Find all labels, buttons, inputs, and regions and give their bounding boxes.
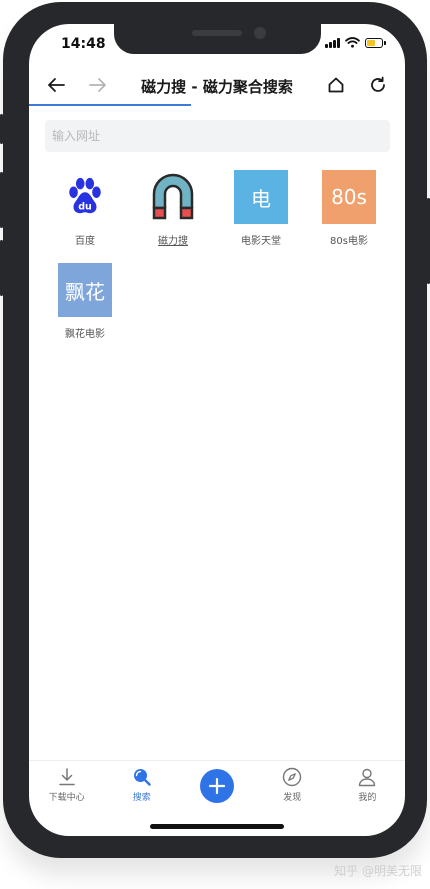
tab-download-center[interactable]: 下载中心 (29, 761, 104, 811)
refresh-icon (371, 76, 385, 92)
search-icon (133, 769, 151, 786)
site-label: 磁力搜 (158, 236, 188, 247)
site-baidu[interactable]: du 百度 (41, 170, 129, 247)
site-letter-icon: 飘花 (58, 263, 112, 317)
svg-text:du: du (78, 201, 92, 212)
forward-button[interactable] (85, 72, 111, 98)
tab-mine[interactable]: 我的 (330, 761, 405, 811)
camera (254, 27, 266, 39)
site-dianyingtiantang[interactable]: 电 电影天堂 (217, 170, 305, 247)
site-label: 飘花电影 (65, 329, 105, 340)
add-icon (209, 778, 225, 794)
phone-frame: 14:48 磁力搜 - 磁力聚合搜索 输入网址 du 百度 磁力搜 电 电影天堂… (0, 2, 430, 858)
site-80s[interactable]: 80s 80s电影 (305, 170, 393, 247)
tab-discover[interactable]: 发现 (255, 761, 330, 811)
url-input[interactable] (45, 120, 390, 152)
wifi-icon (345, 37, 360, 48)
page-title: 磁力搜 - 磁力聚合搜索 (141, 78, 293, 96)
site-label: 电影天堂 (241, 236, 281, 247)
compass-icon (283, 767, 302, 787)
mute-switch (0, 114, 3, 144)
home-icon (328, 77, 344, 93)
download-icon (58, 768, 75, 786)
baidu-paw-icon: du (58, 170, 112, 224)
site-piaohua[interactable]: 飘花 飘花电影 (41, 263, 129, 340)
tab-label: 下载中心 (48, 793, 85, 803)
speaker (192, 30, 242, 36)
watermark: 知乎 @明美无限 (334, 864, 422, 878)
add-button[interactable] (200, 769, 234, 803)
home-button[interactable] (323, 72, 349, 98)
battery-icon (365, 37, 386, 48)
status-time: 14:48 (61, 36, 106, 52)
arrow-left-icon (48, 78, 65, 92)
site-cilisou[interactable]: 磁力搜 (129, 170, 217, 247)
site-label: 80s电影 (330, 236, 368, 247)
refresh-button[interactable] (365, 72, 391, 98)
tab-search[interactable]: 搜索 (104, 761, 179, 811)
screen: 14:48 磁力搜 - 磁力聚合搜索 输入网址 du 百度 磁力搜 电 电影天堂… (29, 24, 405, 836)
tab-add[interactable] (179, 761, 254, 811)
browser-navbar: 磁力搜 - 磁力聚合搜索 (29, 64, 405, 106)
tab-label: 发现 (283, 793, 302, 803)
site-letter-icon: 80s (322, 170, 376, 224)
arrow-right-icon (89, 78, 106, 92)
site-letter-icon: 电 (234, 170, 288, 224)
tab-label: 我的 (358, 793, 377, 803)
site-label: 百度 (75, 236, 95, 247)
cellular-signal-icon (325, 37, 340, 48)
volume-down-button (0, 240, 3, 296)
bottom-tab-bar: 下载中心 搜索 发现 我的 (29, 760, 405, 811)
user-icon (359, 768, 376, 787)
magnet-icon (146, 170, 200, 224)
quick-sites-grid: du 百度 磁力搜 电 电影天堂 80s 80s电影 飘花 飘花电影 (41, 170, 393, 340)
volume-up-button (0, 172, 3, 228)
status-icons (325, 37, 386, 48)
notch (114, 24, 321, 54)
home-indicator (150, 824, 284, 829)
back-button[interactable] (43, 72, 69, 98)
tab-label: 搜索 (132, 793, 151, 803)
page-load-progress (29, 104, 191, 106)
